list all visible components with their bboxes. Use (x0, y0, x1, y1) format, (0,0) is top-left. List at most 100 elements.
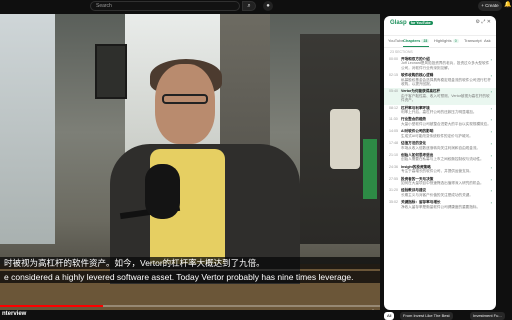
chapter-item[interactable]: 02:15 软件收购的核心逻辑 私募股权基金会选择具有稳定现金流的软件公司进行杠杆收… (384, 72, 496, 88)
chevron-right-icon[interactable]: › (491, 129, 492, 134)
caption-english: e considered a highly levered software a… (0, 271, 380, 283)
microphone-icon[interactable]: ● (263, 1, 273, 11)
tab-badge: 23 (421, 39, 430, 43)
search-input[interactable]: Search (90, 1, 240, 11)
chapter-item[interactable]: 31:20 经验教训与建议 长期主义与对客户价值的关注是成功的关键。 › (384, 187, 496, 199)
chevron-right-icon[interactable]: › (491, 153, 492, 158)
chapter-timestamp[interactable]: 27:55 (389, 177, 401, 181)
progress-bar[interactable] (0, 305, 380, 307)
chevron-right-icon[interactable]: › (491, 106, 492, 111)
chevron-right-icon[interactable]: › (491, 177, 492, 182)
tab-transcript[interactable]: Transcript (464, 38, 482, 43)
filter-chips: All From Invest Like The Best Investment F… (384, 312, 512, 320)
chapter-title: AI对软件公司的影响 (401, 129, 434, 134)
progress-fill (0, 305, 103, 307)
glasp-panel: Glasp for YouTube ⚙ ⤢ ✕ YouTube Chapters 2… (384, 16, 496, 310)
chapter-description: 如何在大量项目中快速筛选出值得深入研究的机会。 (401, 180, 484, 185)
chapter-item[interactable]: 05:40 Vertor为何能获得高杠杆 由于客户黏性高、收入可预测，Vertor被… (384, 88, 496, 105)
chapter-item[interactable]: 00:00 开场和双方的介绍 Joff Leonard是风险投资界的老兵，投资过众多… (384, 56, 496, 72)
chapter-description: Joff Leonard是风险投资界的老兵，投资过众多大型软件公司，对软件行业有… (401, 61, 490, 70)
chapter-timestamp[interactable]: 11:30 (389, 117, 401, 121)
tab-label: Ask (484, 38, 491, 43)
chapter-timestamp[interactable]: 05:40 (389, 89, 401, 93)
panel-header-icons[interactable]: ⚙ ⤢ ✕ (476, 19, 491, 25)
section-count: 23 SECTIONS (390, 50, 413, 54)
chapter-item[interactable]: 17:48 估值方法的变化 市场从收入倍数逐渐转向关注利润和自由现金流。 › (384, 140, 496, 152)
chapter-description: 市场从收入倍数逐渐转向关注利润和自由现金流。 (401, 145, 481, 150)
background-window (0, 14, 55, 244)
tab-chapters[interactable]: Chapters 23 (403, 38, 430, 47)
chapter-item[interactable]: 35:02 关键指标：留存率与增长 净收入留存率是衡量软件公司健康度的重要指标。 › (384, 199, 496, 211)
tab-label: Transcript (464, 38, 482, 43)
chapter-title: Vertor为何能获得高杠杆 (401, 89, 441, 94)
chapter-item[interactable]: 21:10 创始人如何思考退出 创始人需要在私募与上市之间权衡控制权与流动性。 › (384, 152, 496, 164)
chapter-timestamp[interactable]: 02:15 (389, 73, 401, 77)
wall-picture (95, 44, 127, 99)
top-bar: Search ⌕ ● + Create 🔔 (0, 0, 512, 14)
tab-highlights[interactable]: Highlights 0 (434, 38, 459, 43)
chapter-timestamp[interactable]: 21:10 (389, 153, 401, 157)
chapter-description: 创始人需要在私募与上市之间权衡控制权与流动性。 (401, 157, 484, 162)
chevron-right-icon[interactable]: › (491, 188, 492, 193)
chapter-title: 行业整合的趋势 (401, 117, 427, 122)
chapter-description: 大量小型软件公司被整合进更大的平台以实现规模效应。 (401, 121, 491, 126)
app-root: Search ⌕ ● + Create 🔔 时被视为高杠杆的软件资产。如今，Ve… (0, 0, 512, 320)
chevron-right-icon[interactable]: › (491, 73, 492, 78)
chevron-right-icon[interactable]: › (491, 90, 492, 95)
video-title: nterview (0, 311, 380, 320)
chapter-description: 专注于高增长的软件公司，并提供运营支持。 (401, 169, 473, 174)
chapter-item[interactable]: 24:36 Insight的投资策略 专注于高增长的软件公司，并提供运营支持。 › (384, 164, 496, 176)
glasp-logo: Glasp for YouTube (390, 20, 433, 26)
tab-label: Chapters (403, 38, 421, 43)
chapter-item[interactable]: 11:30 行业整合的趋势 大量小型软件公司被整合进更大的平台以实现规模效应。 › (384, 116, 496, 128)
panel-tabs: YouTube Chapters 23 Highlights 0 Transcript… (384, 36, 496, 48)
chapter-description: 生成式AI可能改变传统软件的定价与护城河。 (401, 133, 473, 138)
person-head (155, 64, 215, 144)
chapter-title: 经验教训与建议 (401, 188, 427, 193)
chapter-description: 利率上升后，高杠杆公司的还款压力明显增加。 (401, 110, 477, 115)
chapter-item[interactable]: 14:05 AI对软件公司的影响 生成式AI可能改变传统软件的定价与护城河。 › (384, 128, 496, 140)
chapter-timestamp[interactable]: 24:36 (389, 165, 401, 169)
chapter-timestamp[interactable]: 00:00 (389, 57, 401, 61)
chapter-timestamp[interactable]: 14:05 (389, 129, 401, 133)
tab-ask[interactable]: Ask (484, 38, 491, 43)
chapter-title: 投资者的一天与决策 (401, 176, 434, 181)
chapter-timestamp[interactable]: 31:20 (389, 188, 401, 192)
person-glasses (162, 94, 208, 104)
chapter-list: 00:00 开场和双方的介绍 Joff Leonard是风险投资界的老兵，投资过众多… (384, 56, 496, 310)
panel-header: Glasp for YouTube ⚙ ⤢ ✕ (384, 16, 496, 36)
chapter-description: 由于客户黏性高、收入可预测，Vertor被视为高杠杆的软件资产。 (401, 93, 490, 103)
chapter-item[interactable]: 08:12 杠杆率与利率环境 利率上升后，高杠杆公司的还款压力明显增加。 › (384, 105, 496, 117)
tab-label: Highlights (434, 38, 452, 43)
chevron-right-icon[interactable]: › (491, 57, 492, 62)
chapter-description: 私募股权基金会选择具有稳定现金流的软件公司进行杠杆收购，以提升回报。 (401, 77, 491, 87)
microphone (145, 164, 180, 219)
chevron-right-icon[interactable]: › (491, 118, 492, 123)
search-icon[interactable]: ⌕ (242, 1, 256, 11)
chapter-description: 净收入留存率是衡量软件公司健康度的重要指标。 (401, 204, 481, 209)
chapter-title: 估值方法的变化 (401, 141, 427, 146)
chapter-item[interactable]: 27:55 投资者的一天与决策 如何在大量项目中快速筛选出值得深入研究的机会。 › (384, 176, 496, 188)
lamp (330, 109, 360, 169)
chapter-title: 软件收购的核心逻辑 (401, 73, 434, 78)
player-controls: ⏺ ▭ ⚙ ▣ ▭ ⎚ ⛶ (0, 308, 380, 310)
chapter-timestamp[interactable]: 17:48 (389, 141, 401, 145)
chapter-description: 长期主义与对客户价值的关注是成功的关键。 (401, 192, 473, 197)
create-button[interactable]: + Create (478, 1, 502, 11)
chapter-timestamp[interactable]: 35:02 (389, 200, 401, 204)
chevron-right-icon[interactable]: › (491, 141, 492, 146)
filter-chip[interactable]: All (384, 312, 395, 320)
tab-badge: 0 (452, 39, 459, 43)
tab-youtube[interactable]: YouTube (388, 38, 404, 43)
chevron-right-icon[interactable]: › (491, 165, 492, 170)
caption-chinese: 时被视为高杠杆的软件资产。如今，Vertor的杠杆率大概达到了九倍。 (0, 257, 380, 269)
video-player[interactable]: 时被视为高杠杆的软件资产。如今，Vertor的杠杆率大概达到了九倍。 e con… (0, 14, 380, 310)
background-object (363, 139, 377, 199)
chapter-title: 关键指标：留存率与增长 (401, 200, 441, 205)
tab-label: YouTube (388, 38, 404, 43)
chapter-timestamp[interactable]: 08:12 (389, 106, 401, 110)
chevron-right-icon[interactable]: › (491, 200, 492, 205)
notification-bell-icon[interactable]: 🔔 (504, 1, 511, 8)
filter-chip[interactable]: Investment Fu... (470, 312, 505, 320)
filter-chip[interactable]: From Invest Like The Best (400, 312, 453, 320)
